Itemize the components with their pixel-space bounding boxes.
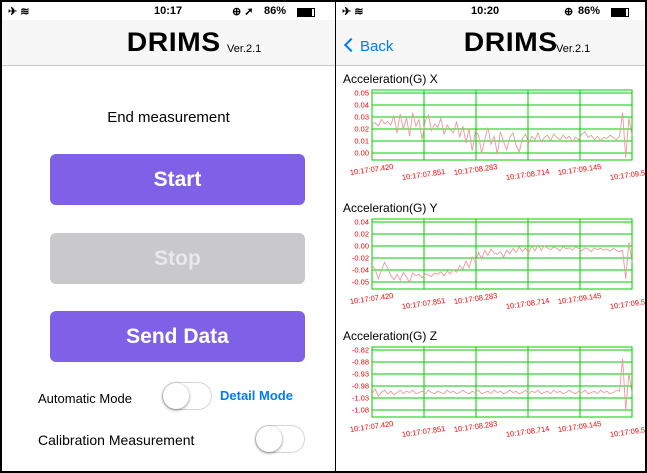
y-tick-label: 0.05 (354, 89, 369, 98)
battery-percent: 86% (578, 5, 601, 17)
x-tick-label: 10:17:08.714 (505, 296, 550, 311)
y-tick-label: -0.88 (352, 358, 369, 367)
series-line (371, 242, 633, 284)
y-tick-label: -1.03 (352, 394, 369, 403)
y-tick-label: 0.03 (354, 113, 369, 122)
airplane-wifi-icon: ✈ ≋ (8, 6, 30, 18)
nav-bar: Back DRIMS Ver.2.1 (336, 20, 645, 66)
y-tick-label: -0.02 (352, 254, 369, 263)
y-tick-label: -0.82 (352, 346, 369, 355)
x-tick-label: 10:17:09.576 (609, 167, 645, 182)
x-tick-label: 10:17:09.145 (557, 419, 602, 434)
y-tick-label: 0.02 (354, 125, 369, 134)
screenshot-frame: ✈ ≋ 10:17 ⊕ ➚ 86% DRIMS Ver.2.1 End meas… (0, 0, 647, 473)
back-label: Back (360, 38, 394, 55)
x-tick-label: 10:17:08.714 (505, 424, 550, 439)
detail-mode-link[interactable]: Detail Mode (220, 388, 293, 403)
measurement-screen: ✈ ≋ 10:17 ⊕ ➚ 86% DRIMS Ver.2.1 End meas… (2, 2, 335, 471)
y-tick-label: 0.04 (354, 101, 369, 110)
x-tick-label: 10:17:08.714 (505, 167, 550, 182)
clock: 10:20 (471, 5, 500, 17)
version-label: Ver.2.1 (227, 43, 262, 55)
airplane-wifi-icon: ✈ ≋ (342, 6, 364, 18)
x-tick-label: 10:17:07.851 (401, 424, 446, 439)
battery-fill (612, 9, 626, 16)
automatic-mode-label: Automatic Mode (38, 391, 132, 406)
x-tick-label: 10:17:09.145 (557, 291, 602, 306)
plot-frame (371, 346, 633, 418)
x-tick-label: 10:17:07.851 (401, 167, 446, 182)
clock: 10:17 (154, 5, 183, 17)
toggle-knob (163, 383, 189, 409)
toggle-knob (256, 426, 282, 452)
acceleration-z-chart: -0.82 -0.88 -0.93 -0.98 -1.03 -1.08 10:17:07.4… (349, 346, 645, 440)
calibration-toggle[interactable] (255, 425, 305, 453)
automatic-mode-toggle[interactable] (162, 382, 212, 410)
y-tick-label: -0.93 (352, 370, 369, 379)
status-bar: ✈ ≋ 10:17 ⊕ ➚ 86% (2, 2, 335, 20)
drims-logo: DRIMS (463, 27, 558, 57)
drims-logo: DRIMS (126, 27, 221, 57)
status-icons: ⊕ ➚ (232, 6, 254, 18)
detail-graph-screen: ✈ ≋ 10:20 ⊕ 86% Back DRIMS Ver.2.1 Accel… (335, 2, 645, 471)
chart-x-title: Acceleration(G) X (343, 72, 438, 86)
calibration-label: Calibration Measurement (38, 432, 195, 448)
x-tick-label: 10:17:07.420 (349, 419, 394, 434)
y-tick-label: 0.04 (354, 218, 369, 227)
x-tick-label: 10:17:09.145 (557, 162, 602, 177)
y-tick-label: -0.04 (352, 266, 369, 275)
x-tick-label: 10:17:08.283 (453, 291, 498, 306)
back-button[interactable]: Back (343, 37, 394, 55)
series-line (371, 358, 633, 411)
x-tick-label: 10:17:07.420 (349, 162, 394, 177)
y-tick-label: -0.98 (352, 382, 369, 391)
battery-percent: 86% (264, 5, 287, 17)
x-tick-label: 10:17:08.283 (453, 419, 498, 434)
nav-bar: DRIMS Ver.2.1 (2, 20, 335, 66)
chart-y-title: Acceleration(G) Y (343, 201, 438, 215)
y-tick-label: 0.00 (354, 149, 369, 158)
x-tick-label: 10:17:09.576 (609, 424, 645, 439)
alarm-icon: ⊕ (564, 6, 574, 18)
series-line (371, 112, 633, 158)
y-tick-label: 0.01 (354, 137, 369, 146)
x-tick-label: 10:17:09.576 (609, 296, 645, 311)
chevron-left-icon (343, 37, 359, 53)
x-tick-label: 10:17:07.420 (349, 291, 394, 306)
battery-fill (298, 9, 312, 16)
acceleration-x-chart: 0.05 0.04 0.03 0.02 0.01 0.00 10:17:07.420 10:1… (349, 89, 645, 183)
y-tick-label: 0.02 (354, 230, 369, 239)
acceleration-y-chart: 0.04 0.02 0.00 -0.02 -0.04 -0.05 10:17:07.420 1… (349, 218, 645, 312)
stop-button[interactable]: Stop (50, 233, 305, 284)
y-tick-label: -1.08 (352, 406, 369, 415)
y-tick-label: 0.00 (354, 242, 369, 251)
y-tick-label: -0.05 (352, 278, 369, 287)
send-data-button[interactable]: Send Data (50, 311, 305, 362)
version-label: Ver.2.1 (556, 43, 591, 55)
start-button[interactable]: Start (50, 154, 305, 205)
chart-z-title: Acceleration(G) Z (343, 329, 438, 343)
measurement-status: End measurement (107, 109, 230, 126)
x-tick-label: 10:17:08.283 (453, 162, 498, 177)
x-tick-label: 10:17:07.851 (401, 296, 446, 311)
status-bar: ✈ ≋ 10:20 ⊕ 86% (336, 2, 645, 20)
